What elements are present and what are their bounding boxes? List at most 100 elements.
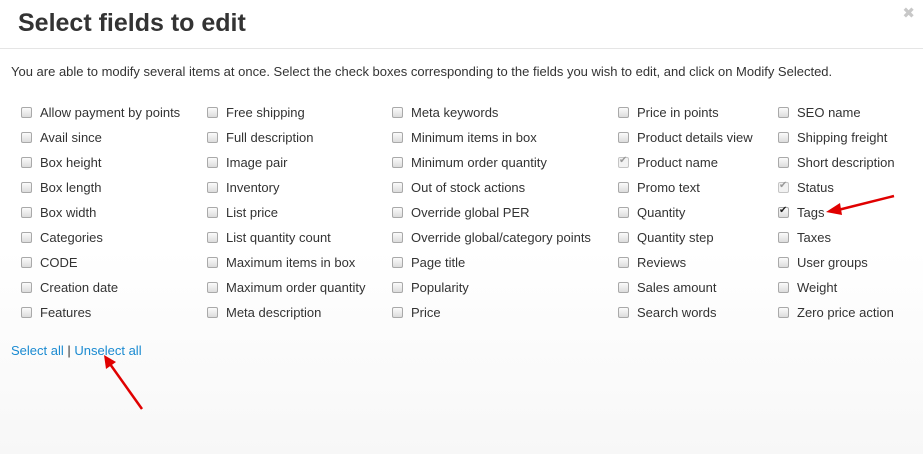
field-label[interactable]: CODE bbox=[40, 255, 78, 270]
field-label[interactable]: Sales amount bbox=[637, 280, 717, 295]
field-label[interactable]: Product name bbox=[637, 155, 718, 170]
field-option[interactable]: Minimum order quantity bbox=[392, 152, 547, 172]
field-option[interactable]: Price in points bbox=[618, 102, 719, 122]
unselect-all-link[interactable]: Unselect all bbox=[74, 343, 141, 358]
field-checkbox[interactable] bbox=[778, 231, 789, 243]
field-label[interactable]: Maximum items in box bbox=[226, 255, 355, 270]
field-option[interactable]: Inventory bbox=[207, 177, 279, 197]
field-checkbox[interactable] bbox=[207, 206, 218, 218]
field-option[interactable]: List price bbox=[207, 202, 278, 222]
field-option[interactable]: Override global/category points bbox=[392, 227, 591, 247]
field-option[interactable]: Avail since bbox=[21, 127, 102, 147]
field-option[interactable]: SEO name bbox=[778, 102, 861, 122]
field-checkbox[interactable] bbox=[618, 206, 629, 218]
field-label[interactable]: Inventory bbox=[226, 180, 279, 195]
field-checkbox[interactable] bbox=[778, 205, 789, 218]
field-option[interactable]: Reviews bbox=[618, 252, 686, 272]
field-option[interactable]: Promo text bbox=[618, 177, 700, 197]
field-label[interactable]: Reviews bbox=[637, 255, 686, 270]
field-checkbox[interactable] bbox=[207, 281, 218, 293]
field-option[interactable]: Image pair bbox=[207, 152, 287, 172]
field-checkbox[interactable] bbox=[21, 306, 32, 318]
field-checkbox[interactable] bbox=[21, 106, 32, 118]
field-checkbox[interactable] bbox=[778, 306, 789, 318]
field-label[interactable]: Full description bbox=[226, 130, 313, 145]
field-option[interactable]: Popularity bbox=[392, 277, 469, 297]
field-option[interactable]: Tags bbox=[778, 202, 824, 222]
field-checkbox[interactable] bbox=[392, 106, 403, 118]
field-label[interactable]: Creation date bbox=[40, 280, 118, 295]
field-label[interactable]: Out of stock actions bbox=[411, 180, 525, 195]
field-label[interactable]: Weight bbox=[797, 280, 837, 295]
field-option[interactable]: Features bbox=[21, 302, 91, 322]
field-checkbox[interactable] bbox=[778, 256, 789, 268]
field-option[interactable]: Product details view bbox=[618, 127, 753, 147]
field-checkbox[interactable] bbox=[392, 231, 403, 243]
field-option[interactable]: List quantity count bbox=[207, 227, 331, 247]
field-label[interactable]: SEO name bbox=[797, 105, 861, 120]
field-option[interactable]: Full description bbox=[207, 127, 313, 147]
field-label[interactable]: Tags bbox=[797, 205, 824, 220]
field-checkbox[interactable] bbox=[392, 206, 403, 218]
field-checkbox[interactable] bbox=[618, 106, 629, 118]
field-option[interactable]: Quantity bbox=[618, 202, 685, 222]
field-option[interactable]: Override global PER bbox=[392, 202, 530, 222]
field-label[interactable]: Override global/category points bbox=[411, 230, 591, 245]
field-label[interactable]: Meta description bbox=[226, 305, 321, 320]
field-checkbox[interactable] bbox=[207, 181, 218, 193]
field-option[interactable]: Quantity step bbox=[618, 227, 714, 247]
field-checkbox[interactable] bbox=[21, 156, 32, 168]
field-label[interactable]: Quantity bbox=[637, 205, 685, 220]
field-checkbox[interactable] bbox=[392, 281, 403, 293]
field-checkbox[interactable] bbox=[21, 206, 32, 218]
field-label[interactable]: Promo text bbox=[637, 180, 700, 195]
field-option[interactable]: Minimum items in box bbox=[392, 127, 537, 147]
field-checkbox[interactable] bbox=[392, 306, 403, 318]
field-label[interactable]: Minimum order quantity bbox=[411, 155, 547, 170]
field-label[interactable]: Quantity step bbox=[637, 230, 714, 245]
field-checkbox[interactable] bbox=[618, 256, 629, 268]
field-label[interactable]: Price bbox=[411, 305, 441, 320]
field-checkbox[interactable] bbox=[618, 281, 629, 293]
field-label[interactable]: Page title bbox=[411, 255, 465, 270]
field-option[interactable]: Taxes bbox=[778, 227, 831, 247]
field-option[interactable]: Price bbox=[392, 302, 441, 322]
field-label[interactable]: Meta keywords bbox=[411, 105, 498, 120]
field-label[interactable]: Box height bbox=[40, 155, 101, 170]
field-label[interactable]: Popularity bbox=[411, 280, 469, 295]
field-option[interactable]: Short description bbox=[778, 152, 895, 172]
field-label[interactable]: List price bbox=[226, 205, 278, 220]
field-option[interactable]: Allow payment by points bbox=[21, 102, 180, 122]
field-checkbox[interactable] bbox=[207, 106, 218, 118]
field-checkbox[interactable] bbox=[207, 131, 218, 143]
field-checkbox[interactable] bbox=[618, 306, 629, 318]
field-checkbox[interactable] bbox=[392, 256, 403, 268]
field-option[interactable]: Meta description bbox=[207, 302, 321, 322]
field-label[interactable]: Maximum order quantity bbox=[226, 280, 365, 295]
field-checkbox[interactable] bbox=[778, 131, 789, 143]
field-option[interactable]: Free shipping bbox=[207, 102, 305, 122]
field-checkbox[interactable] bbox=[392, 181, 403, 193]
field-label[interactable]: Box width bbox=[40, 205, 96, 220]
field-option[interactable]: Search words bbox=[618, 302, 716, 322]
field-option[interactable]: Box height bbox=[21, 152, 101, 172]
field-checkbox[interactable] bbox=[778, 106, 789, 118]
field-label[interactable]: Minimum items in box bbox=[411, 130, 537, 145]
field-option[interactable]: CODE bbox=[21, 252, 78, 272]
field-option[interactable]: Creation date bbox=[21, 277, 118, 297]
field-label[interactable]: Box length bbox=[40, 180, 101, 195]
field-checkbox[interactable] bbox=[21, 256, 32, 268]
field-label[interactable]: Override global PER bbox=[411, 205, 530, 220]
field-option[interactable]: Box width bbox=[21, 202, 96, 222]
field-checkbox[interactable] bbox=[392, 156, 403, 168]
field-label[interactable]: Features bbox=[40, 305, 91, 320]
field-option[interactable]: Maximum items in box bbox=[207, 252, 355, 272]
field-label[interactable]: Short description bbox=[797, 155, 895, 170]
field-label[interactable]: Allow payment by points bbox=[40, 105, 180, 120]
field-checkbox[interactable] bbox=[21, 281, 32, 293]
field-label[interactable]: Price in points bbox=[637, 105, 719, 120]
field-option[interactable]: User groups bbox=[778, 252, 868, 272]
field-option[interactable]: Maximum order quantity bbox=[207, 277, 365, 297]
field-checkbox[interactable] bbox=[207, 306, 218, 318]
field-label[interactable]: Product details view bbox=[637, 130, 753, 145]
